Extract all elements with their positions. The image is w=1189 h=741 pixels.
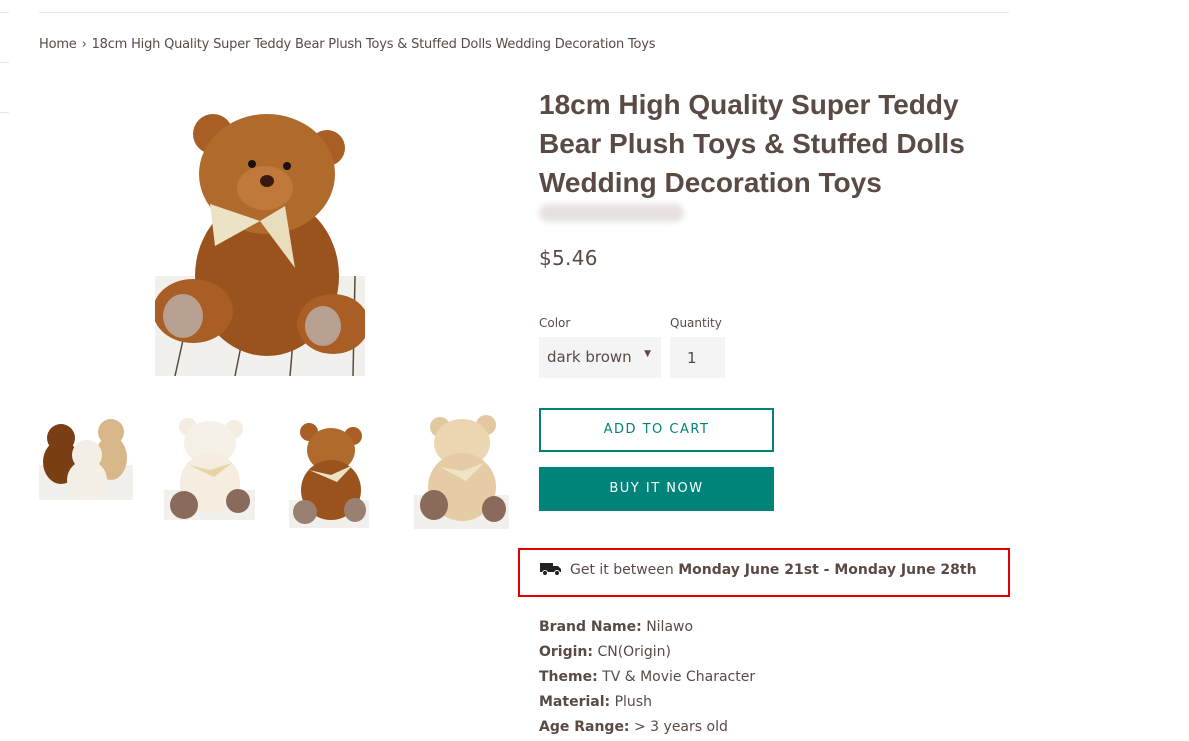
spec-key: Material: <box>539 694 611 710</box>
delivery-estimate: Get it between Monday June 21st - Monday… <box>518 548 1010 597</box>
product-title: 18cm High Quality Super Teddy Bear Plush… <box>539 89 965 198</box>
quantity-label: Quantity <box>670 316 722 330</box>
vendor-name-redacted <box>539 204 684 222</box>
buy-it-now-button[interactable]: BUY IT NOW <box>539 467 774 511</box>
breadcrumb: Home › 18cm High Quality Super Teddy Bear … <box>39 37 656 52</box>
edge-divider <box>0 62 9 63</box>
quantity-input[interactable] <box>670 337 725 378</box>
product-specs: Brand Name: Nilawo Origin: CN(Origin) Th… <box>539 615 755 740</box>
product-price: $5.46 <box>539 246 598 270</box>
add-to-cart-button[interactable]: ADD TO CART <box>539 408 774 452</box>
spec-value: > 3 years old <box>634 719 728 735</box>
spec-value: TV & Movie Character <box>602 669 756 685</box>
chevron-down-icon: ▼ <box>644 349 651 359</box>
color-label: Color <box>539 316 571 330</box>
color-select[interactable]: dark brown ▼ <box>539 337 661 378</box>
spec-key: Theme: <box>539 669 598 685</box>
spec-row: Age Range: > 3 years old <box>539 715 755 740</box>
spec-row: Theme: TV & Movie Character <box>539 665 755 690</box>
thumbnail-white-bear[interactable] <box>164 415 255 520</box>
spec-value: CN(Origin) <box>597 644 671 660</box>
color-select-value: dark brown <box>547 348 632 366</box>
spec-row: Material: Plush <box>539 690 755 715</box>
truck-icon <box>540 562 562 580</box>
thumbnail-beige-bear[interactable] <box>414 405 509 529</box>
header-divider <box>39 12 1009 13</box>
breadcrumb-current: 18cm High Quality Super Teddy Bear Plush… <box>91 37 656 52</box>
spec-key: Origin: <box>539 644 593 660</box>
edge-divider <box>0 12 9 13</box>
spec-value: Nilawo <box>646 619 694 635</box>
edge-divider <box>0 112 9 113</box>
thumbnail-dark-brown-bear[interactable] <box>289 420 369 528</box>
delivery-prefix: Get it between <box>570 562 674 578</box>
thumbnail-three-bears[interactable] <box>39 410 133 500</box>
main-product-image[interactable] <box>153 96 369 377</box>
delivery-range: Monday June 21st - Monday June 28th <box>678 562 977 578</box>
breadcrumb-home-link[interactable]: Home <box>39 37 77 52</box>
spec-value: Plush <box>614 694 652 710</box>
spec-row: Brand Name: Nilawo <box>539 615 755 640</box>
spec-key: Brand Name: <box>539 619 642 635</box>
spec-row: Origin: CN(Origin) <box>539 640 755 665</box>
spec-key: Age Range: <box>539 719 630 735</box>
breadcrumb-separator: › <box>81 37 87 52</box>
